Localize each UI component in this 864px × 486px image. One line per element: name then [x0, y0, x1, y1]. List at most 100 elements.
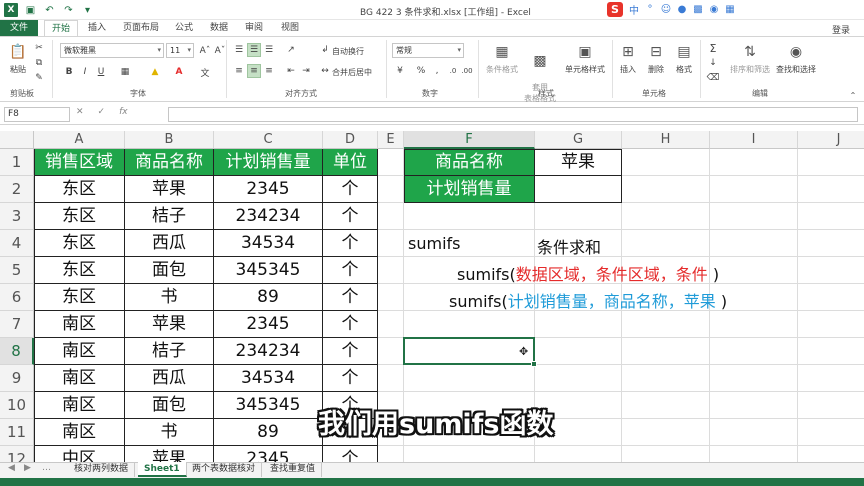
row-header-10[interactable]: 10: [0, 392, 34, 419]
punctuation-icon[interactable]: °: [645, 4, 655, 16]
table-cell[interactable]: 南区: [34, 311, 125, 338]
align-right-icon[interactable]: ≡: [262, 64, 276, 78]
table-header-cell[interactable]: 单位: [323, 149, 378, 176]
number-format-combo[interactable]: 常规 ▾: [392, 43, 464, 58]
wrap-text-icon[interactable]: ↲: [318, 43, 332, 57]
table-cell[interactable]: 桔子: [125, 203, 214, 230]
criteria-value-product[interactable]: 苹果: [535, 149, 622, 176]
table-cell[interactable]: 书: [125, 419, 214, 446]
sheet-tab-active[interactable]: Sheet1: [138, 462, 187, 477]
table-cell[interactable]: 89: [214, 284, 323, 311]
table-cell[interactable]: 南区: [34, 365, 125, 392]
align-top-icon[interactable]: ☰: [232, 43, 246, 57]
merge-center-button[interactable]: 合并后居中: [332, 67, 372, 78]
currency-icon[interactable]: ¥: [393, 64, 407, 78]
row-header-8[interactable]: 8: [0, 338, 34, 365]
table-cell[interactable]: 南区: [34, 392, 125, 419]
table-cell[interactable]: 个: [323, 365, 378, 392]
tab-view[interactable]: 视图: [276, 20, 304, 37]
table-cell[interactable]: 个: [323, 311, 378, 338]
active-cell-selection[interactable]: [403, 337, 537, 367]
enter-icon[interactable]: ✓: [98, 107, 106, 117]
mic-icon[interactable]: ●: [677, 4, 687, 16]
table-cell[interactable]: 234234: [214, 338, 323, 365]
criteria-value-sales[interactable]: [535, 176, 622, 203]
table-cell[interactable]: 西瓜: [125, 230, 214, 257]
skin-icon[interactable]: ◉: [709, 4, 719, 16]
fill-color-icon[interactable]: ▲: [148, 65, 162, 79]
login-link[interactable]: 登录: [832, 23, 850, 36]
more-sheets-icon[interactable]: …: [42, 463, 51, 473]
table-cell[interactable]: 苹果: [125, 311, 214, 338]
column-header-i[interactable]: I: [710, 131, 798, 149]
table-cell[interactable]: 个: [323, 203, 378, 230]
increase-decimal-icon[interactable]: .0: [446, 64, 460, 78]
format-painter-icon[interactable]: ✎: [32, 71, 46, 85]
table-cell[interactable]: 面包: [125, 392, 214, 419]
table-cell[interactable]: 南区: [34, 419, 125, 446]
italic-button[interactable]: I: [78, 65, 92, 79]
table-cell[interactable]: 个: [323, 284, 378, 311]
column-header-c[interactable]: C: [214, 131, 323, 149]
clear-icon[interactable]: ⌫: [706, 71, 720, 85]
table-cell[interactable]: 东区: [34, 203, 125, 230]
paste-button[interactable]: 📋 粘贴: [6, 42, 30, 75]
table-cell[interactable]: 东区: [34, 284, 125, 311]
column-header-b[interactable]: B: [125, 131, 214, 149]
align-middle-icon[interactable]: ☰: [247, 43, 261, 57]
cancel-icon[interactable]: ✕: [76, 107, 84, 117]
delete-cells-button[interactable]: ⊟ 删除: [644, 42, 668, 75]
align-center-icon[interactable]: ≡: [247, 64, 261, 78]
align-left-icon[interactable]: ≡: [232, 64, 246, 78]
table-cell[interactable]: 苹果: [125, 176, 214, 203]
table-cell[interactable]: 个: [323, 176, 378, 203]
font-name-combo[interactable]: 微软雅黑 ▾: [60, 43, 164, 58]
criteria-label-sales[interactable]: 计划销售量: [404, 176, 535, 203]
row-header-3[interactable]: 3: [0, 203, 34, 230]
collapse-ribbon-icon[interactable]: ⌃: [846, 88, 860, 102]
table-cell[interactable]: 34534: [214, 230, 323, 257]
fill-icon[interactable]: ↓: [706, 56, 720, 70]
column-header-f[interactable]: F: [404, 131, 535, 149]
sort-filter-button[interactable]: ⇅ 排序和筛选: [728, 42, 772, 75]
autosum-icon[interactable]: Σ: [706, 41, 720, 55]
insert-cells-button[interactable]: ⊞ 插入: [616, 42, 640, 75]
table-cell[interactable]: 234234: [214, 203, 323, 230]
table-cell[interactable]: 个: [323, 338, 378, 365]
table-cell[interactable]: 个: [323, 446, 378, 462]
undo-icon[interactable]: ↶: [43, 4, 56, 17]
copy-icon[interactable]: ⧉: [32, 56, 46, 70]
wrap-text-button[interactable]: 自动换行: [332, 46, 364, 57]
select-all-corner[interactable]: [0, 131, 34, 149]
sheet-tab[interactable]: 核对两列数据: [68, 462, 136, 477]
sheet-tab[interactable]: 查找重复值: [264, 462, 323, 477]
merge-center-icon[interactable]: ↔: [318, 64, 332, 78]
row-header-1[interactable]: 1: [0, 149, 34, 176]
tab-file[interactable]: 文件: [0, 20, 38, 37]
table-cell[interactable]: 苹果: [125, 446, 214, 462]
format-cells-button[interactable]: ▤ 格式: [672, 42, 696, 75]
table-header-cell[interactable]: 计划销售量: [214, 149, 323, 176]
tab-review[interactable]: 审阅: [240, 20, 268, 37]
table-cell[interactable]: 南区: [34, 338, 125, 365]
sheet-tab[interactable]: 两个表数据核对: [186, 462, 263, 477]
font-grow-icon[interactable]: Aˆ: [198, 44, 212, 58]
table-cell[interactable]: 东区: [34, 176, 125, 203]
row-header-12[interactable]: 12: [0, 446, 34, 462]
redo-icon[interactable]: ↷: [62, 4, 75, 17]
table-cell[interactable]: 东区: [34, 230, 125, 257]
table-cell[interactable]: 桔子: [125, 338, 214, 365]
table-cell[interactable]: 书: [125, 284, 214, 311]
fill-handle[interactable]: [531, 361, 537, 367]
column-header-g[interactable]: G: [535, 131, 622, 149]
conditional-format-button[interactable]: ▦ 条件格式: [484, 42, 520, 75]
table-cell[interactable]: 个: [323, 257, 378, 284]
orientation-icon[interactable]: ↗: [284, 43, 298, 57]
comma-button[interactable]: ,: [430, 64, 444, 78]
cut-icon[interactable]: ✂: [32, 41, 46, 55]
fx-button[interactable]: fx: [119, 107, 128, 117]
emoji-icon[interactable]: ☺: [661, 4, 671, 16]
table-cell[interactable]: 面包: [125, 257, 214, 284]
sogou-logo-icon[interactable]: S: [607, 2, 623, 17]
table-cell[interactable]: 2345: [214, 446, 323, 462]
